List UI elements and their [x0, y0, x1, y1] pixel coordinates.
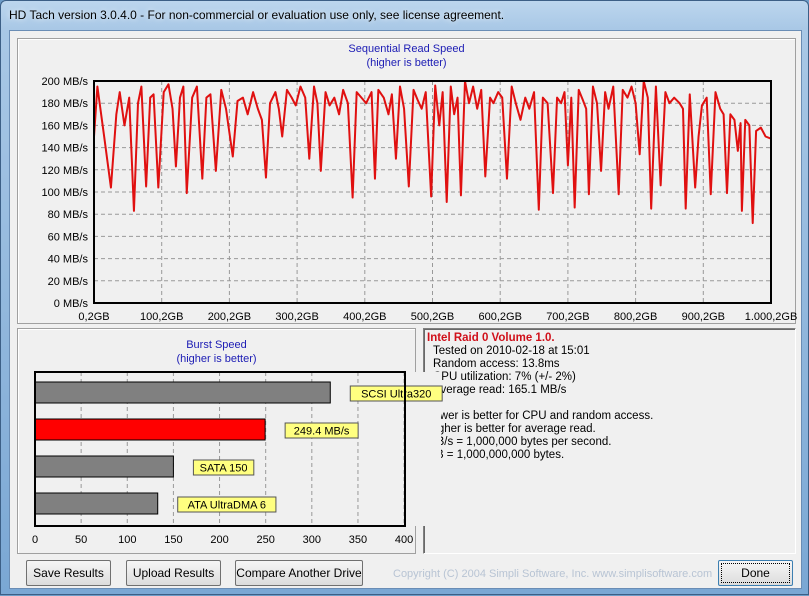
x-tick-label: 700,2GB [546, 311, 589, 323]
y-tick-label: 60 MB/s [48, 231, 89, 243]
burst-bar-label: SCSI Ultra320 [361, 389, 431, 401]
x-tick-label: 800,2GB [614, 311, 657, 323]
burst-x-tick-label: 250 [257, 534, 275, 546]
burst-x-tick-label: 0 [32, 534, 38, 546]
y-tick-label: 80 MB/s [48, 209, 89, 221]
x-tick-label: 500,2GB [411, 311, 454, 323]
x-tick-label: 300,2GB [275, 311, 318, 323]
burst-x-tick-label: 100 [118, 534, 136, 546]
y-tick-label: 140 MB/s [42, 143, 89, 155]
burst-x-tick-label: 400 [395, 534, 413, 546]
x-tick-label: 0,2GB [78, 311, 109, 323]
y-tick-label: 200 MB/s [42, 76, 89, 88]
y-tick-label: 40 MB/s [48, 254, 89, 266]
burst-bar [34, 492, 159, 515]
burst-bar-label: SATA 150 [200, 463, 248, 475]
y-tick-label: 160 MB/s [42, 120, 89, 132]
burst-x-tick-label: 350 [349, 534, 367, 546]
y-tick-label: 0 MB/s [54, 298, 89, 310]
burst-x-tick-label: 50 [75, 534, 87, 546]
x-tick-label: 1.000,2GB [745, 311, 798, 323]
app-window: HD Tach version 3.0.4.0 - For non-commer… [0, 0, 809, 595]
burst-x-tick-label: 150 [164, 534, 182, 546]
x-tick-label: 600,2GB [478, 311, 521, 323]
charts-canvas: 0 MB/s 20 MB/s 40 MB/s 60 MB/s 80 MB/s 100 MB… [32, 76, 798, 546]
x-tick-label: 400,2GB [343, 311, 386, 323]
x-tick-label: 900,2GB [682, 311, 725, 323]
burst-x-tick-label: 200 [210, 534, 228, 546]
burst-bar-label: 249.4 MB/s [294, 426, 350, 438]
burst-bar [34, 418, 266, 441]
x-tick-label: 100,2GB [140, 311, 183, 323]
y-tick-label: 100 MB/s [42, 187, 89, 199]
burst-bar [34, 455, 174, 478]
burst-x-tick-label: 300 [303, 534, 321, 546]
burst-bar-label: ATA UltraDMA 6 [188, 500, 266, 512]
burst-bar [34, 381, 331, 404]
y-tick-label: 120 MB/s [42, 165, 89, 177]
y-tick-label: 20 MB/s [48, 276, 89, 288]
y-tick-label: 180 MB/s [42, 98, 89, 110]
x-tick-label: 200,2GB [208, 311, 251, 323]
